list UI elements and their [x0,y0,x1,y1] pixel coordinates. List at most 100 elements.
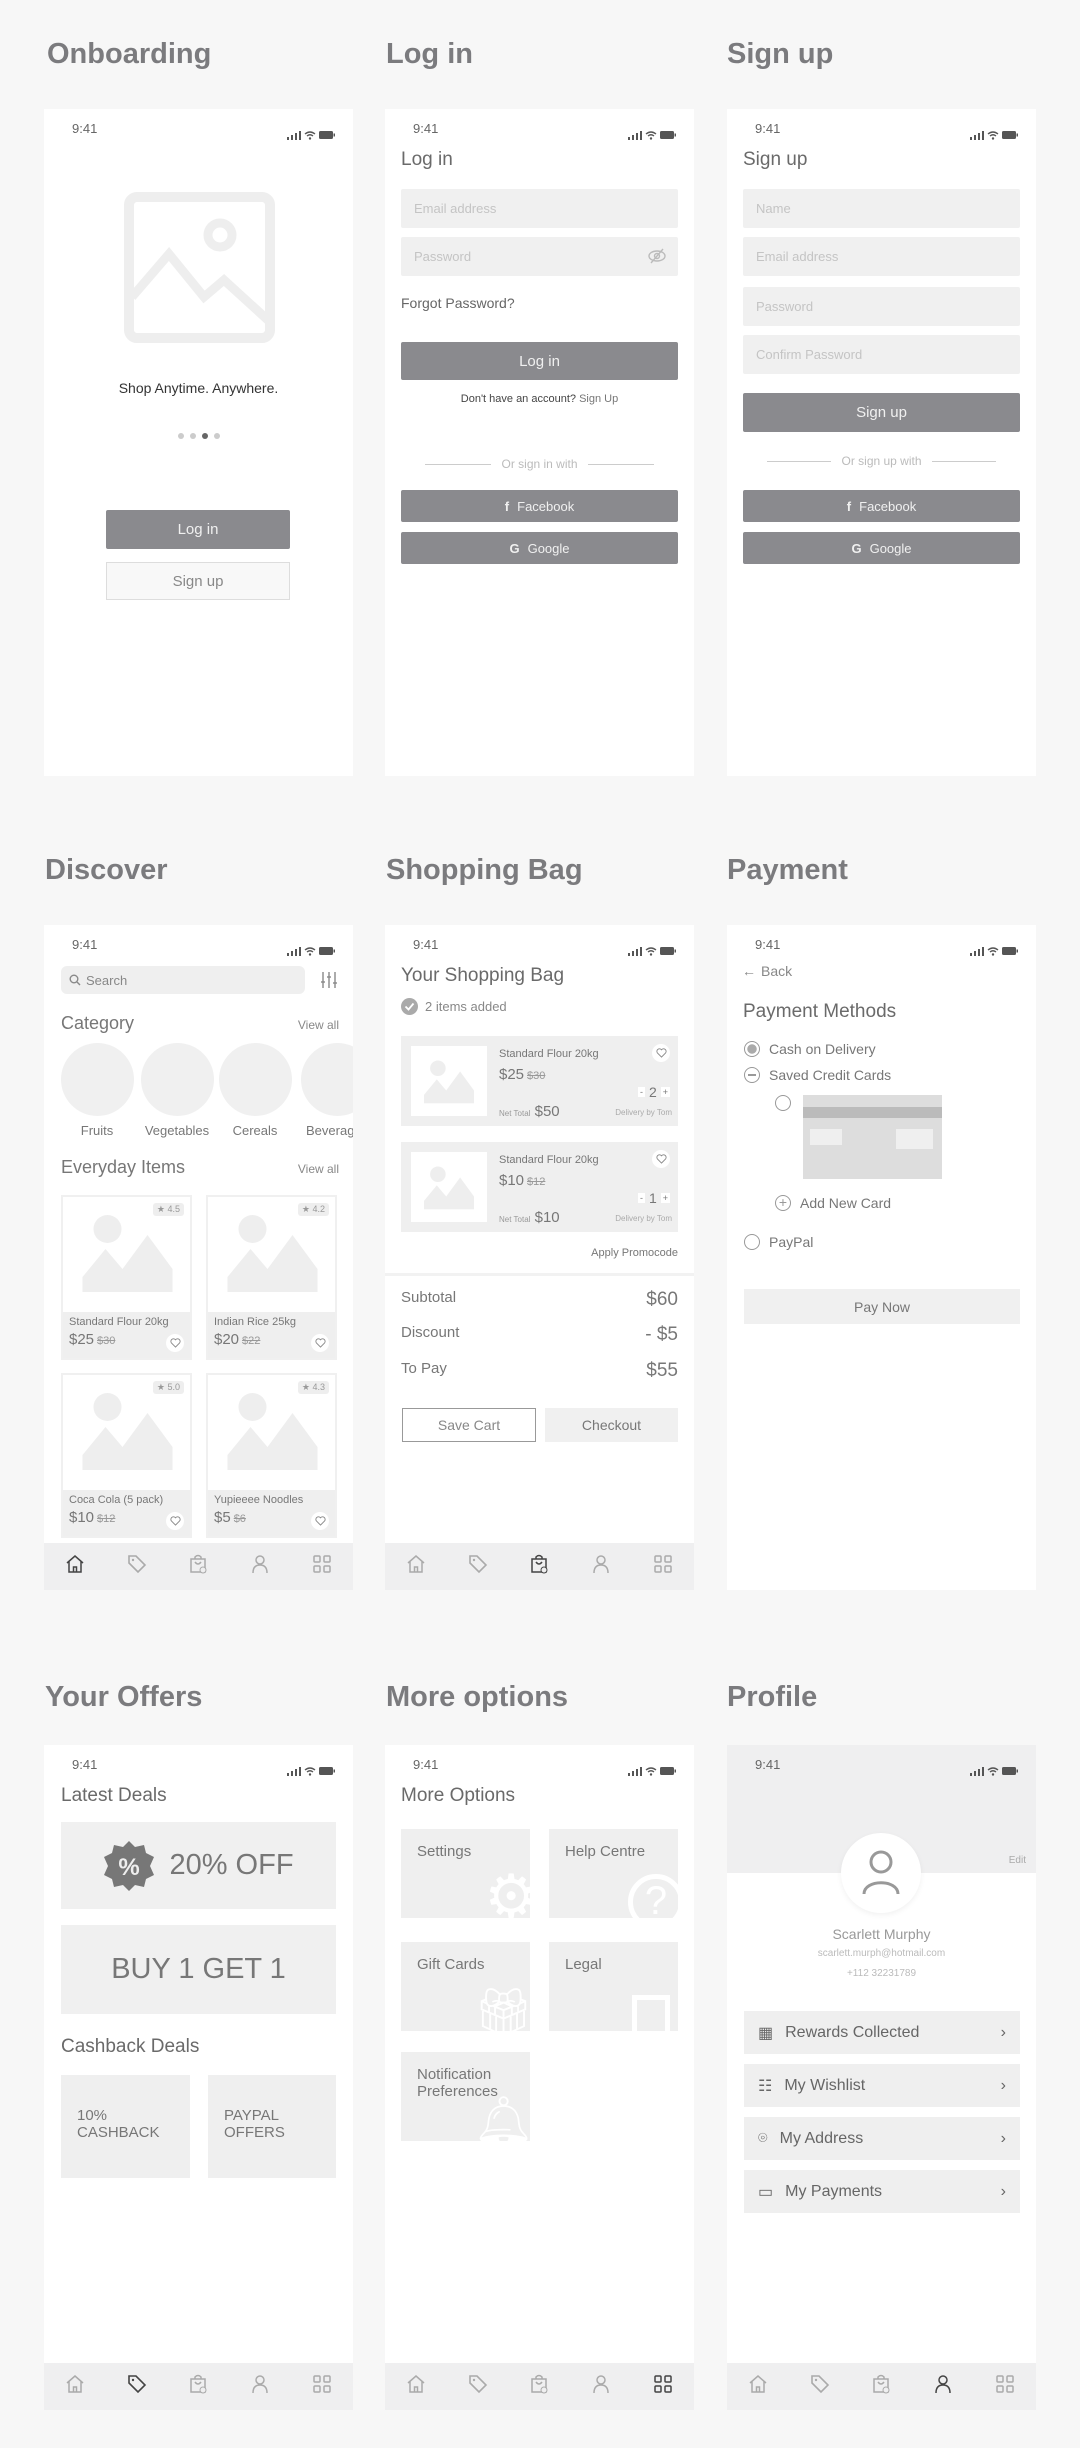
nav-profile[interactable] [249,1553,271,1580]
tile-settings[interactable]: Settings ⚙ [401,1829,530,1918]
nav-offers[interactable] [467,2373,489,2400]
signup-submit-button[interactable]: Sign up [743,393,1020,432]
back-button[interactable]: ← Back [742,963,792,979]
heart-icon[interactable] [166,1334,184,1352]
google-button[interactable]: G Google [401,532,678,564]
decrement-button[interactable]: - [637,1087,645,1097]
nav-profile[interactable] [249,2373,271,2400]
forgot-password-link[interactable]: Forgot Password? [401,295,515,311]
nav-profile[interactable] [590,1553,612,1580]
tile-gift-cards[interactable]: Gift Cards 🎁︎ [401,1942,530,2031]
quantity-stepper[interactable]: -1 + [637,1190,670,1206]
signup-button[interactable]: Sign up [106,562,290,600]
nav-home[interactable] [64,2373,86,2400]
category-view-all[interactable]: View all [298,1018,339,1032]
pay-now-button[interactable]: Pay Now [744,1289,1020,1324]
nav-offers[interactable] [126,2373,148,2400]
page-indicator[interactable] [44,433,353,439]
page-dot[interactable] [213,433,220,439]
password-input[interactable]: Password [401,237,678,276]
card-radio[interactable] [775,1095,791,1111]
nav-bag[interactable] [528,1553,550,1580]
nav-more[interactable] [994,2373,1016,2400]
nav-home[interactable] [405,2373,427,2400]
product-card[interactable]: ★ 4.5 Standard Flour 20kg $25 $30 [61,1195,192,1360]
product-card[interactable]: ★ 4.3 Yupieeee Noodles $5 $6 [206,1373,337,1538]
tile-help-centre[interactable]: Help Centre? [549,1829,678,1918]
increment-button[interactable]: + [660,1193,670,1203]
checkout-button[interactable]: Checkout [545,1408,678,1442]
nav-home[interactable] [405,1553,427,1580]
confirm-password-input[interactable]: Confirm Password [743,335,1020,374]
deal-20-off[interactable]: % 20% OFF [61,1822,336,1909]
avatar[interactable] [841,1833,921,1913]
tile-legal[interactable]: Legal [549,1942,678,2031]
option-paypal[interactable]: PayPal [744,1234,813,1250]
add-new-card-button[interactable]: + Add New Card [775,1195,891,1211]
product-card[interactable]: ★ 4.2 Indian Rice 25kg $20 $22 [206,1195,337,1360]
heart-icon[interactable] [652,1044,670,1062]
cashback-10-percent[interactable]: 10% CASHBACK [61,2075,190,2178]
heart-icon[interactable] [166,1512,184,1530]
tile-notification-preferences[interactable]: Notification Preferences 🔔︎ [401,2052,530,2141]
row-payments[interactable]: ▭ My Payments › [744,2170,1020,2213]
nav-offers[interactable] [126,1553,148,1580]
facebook-button[interactable]: f Facebook [401,490,678,522]
paypal-offers[interactable]: PAYPAL OFFERS [208,2075,336,2178]
nav-bag[interactable] [870,2373,892,2400]
nav-bag[interactable] [187,2373,209,2400]
product-card[interactable]: ★ 5.0 Coca Cola (5 pack) $10 $12 [61,1373,192,1538]
decrement-button[interactable]: - [637,1193,645,1203]
category-beverages[interactable] [301,1043,353,1116]
collapse-icon[interactable] [744,1067,760,1083]
deal-buy1get1[interactable]: BUY 1 GET 1 [61,1925,336,2014]
nav-more[interactable] [652,2373,674,2400]
save-cart-button[interactable]: Save Cart [402,1408,536,1442]
apply-promocode-link[interactable]: Apply Promocode [591,1247,678,1259]
page-dot[interactable] [189,433,196,439]
facebook-button[interactable]: f Facebook [743,490,1020,522]
nav-more[interactable] [652,1553,674,1580]
google-button[interactable]: G Google [743,532,1020,564]
page-dot[interactable] [201,433,208,439]
nav-profile[interactable] [932,2373,954,2400]
email-input[interactable]: Email address [743,237,1020,276]
heart-icon[interactable] [652,1150,670,1168]
increment-button[interactable]: + [660,1087,670,1097]
edit-button[interactable]: Edit [1009,1855,1026,1866]
nav-more[interactable] [311,2373,333,2400]
login-button[interactable]: Log in [106,510,290,549]
category-vegetables[interactable] [141,1043,214,1116]
nav-bag[interactable] [187,1553,209,1580]
nav-home[interactable] [747,2373,769,2400]
row-rewards[interactable]: ▦ Rewards Collected › [744,2011,1020,2054]
name-input[interactable]: Name [743,189,1020,228]
row-address[interactable]: ⌾ My Address › [744,2117,1020,2160]
password-input[interactable]: Password [743,287,1020,326]
radio[interactable] [744,1234,760,1250]
email-input[interactable]: Email address [401,189,678,228]
option-cash[interactable]: Cash on Delivery [744,1041,876,1057]
login-submit-button[interactable]: Log in [401,342,678,380]
search-input[interactable]: Search [61,966,305,994]
heart-icon[interactable] [311,1334,329,1352]
quantity-stepper[interactable]: -2 + [637,1084,670,1100]
nav-profile[interactable] [590,2373,612,2400]
filter-icon[interactable] [320,971,338,989]
category-cereals[interactable] [219,1043,292,1116]
nav-bag[interactable] [528,2373,550,2400]
eye-off-icon[interactable] [648,248,666,264]
option-saved-cards[interactable]: Saved Credit Cards [744,1067,891,1083]
row-wishlist[interactable]: ☷ My Wishlist › [744,2064,1020,2107]
nav-offers[interactable] [809,2373,831,2400]
nav-more[interactable] [311,1553,333,1580]
credit-card-image[interactable] [803,1095,942,1179]
category-fruits[interactable] [61,1043,134,1116]
radio-selected[interactable] [744,1041,760,1057]
signup-link[interactable]: Sign Up [579,393,618,405]
heart-icon[interactable] [311,1512,329,1530]
nav-offers[interactable] [467,1553,489,1580]
everyday-view-all[interactable]: View all [298,1162,339,1176]
nav-home[interactable] [64,1553,86,1580]
page-dot[interactable] [177,433,184,439]
